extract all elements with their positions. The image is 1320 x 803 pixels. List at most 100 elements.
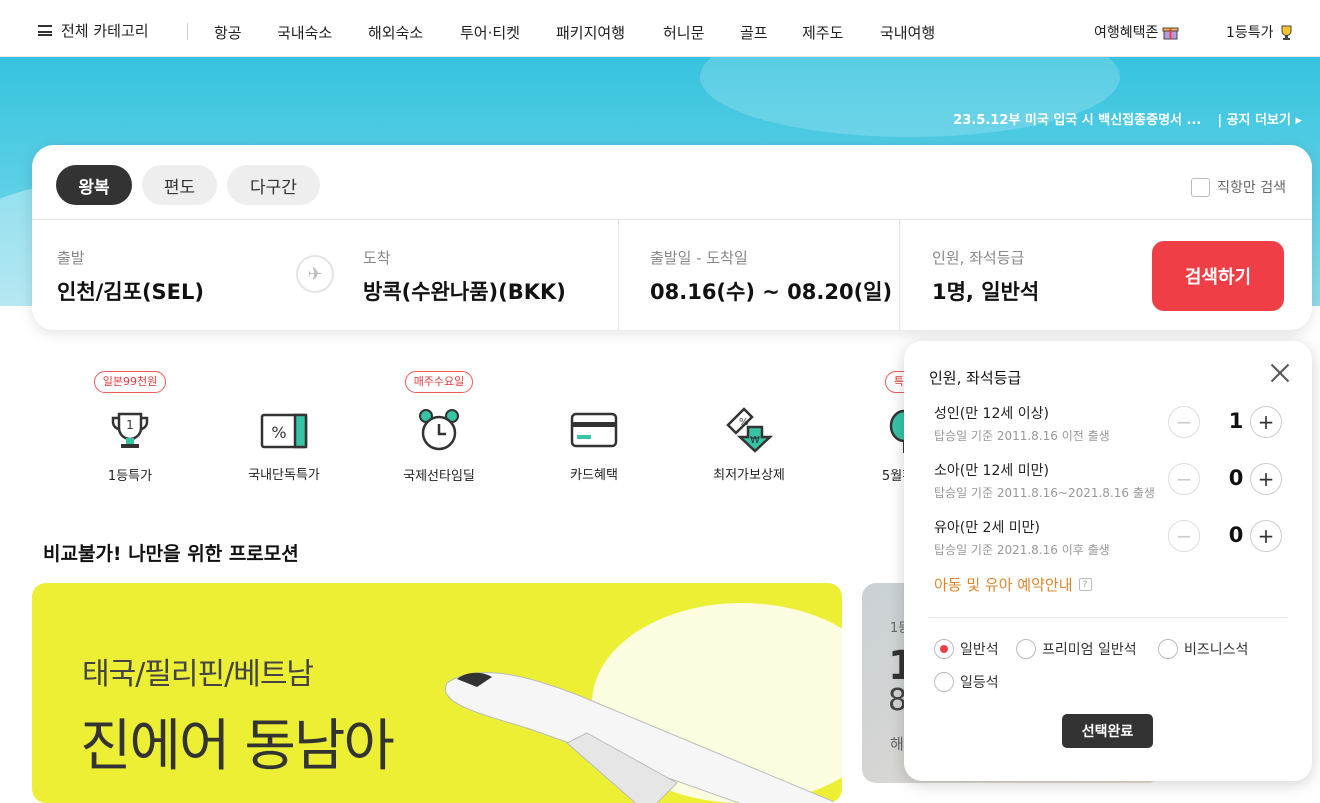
tab-round-trip[interactable]: 왕복 xyxy=(56,165,132,205)
airplane-illustration xyxy=(444,672,839,803)
banner-subtitle: 태국/필리핀/베트남 xyxy=(82,657,314,692)
quick-label: 국제선타임딜 xyxy=(403,469,475,484)
passenger-count: 0 xyxy=(1228,466,1244,490)
notice-text[interactable]: 23.5.12부 미국 입국 시 백신접종증명서 ... xyxy=(953,109,1201,128)
divider xyxy=(618,220,619,330)
destination-field[interactable]: 방콕(수완나품)(BKK) xyxy=(363,276,566,306)
nav-item-flights[interactable]: 항공 xyxy=(214,22,242,43)
banner-title: 진에어 동남아 xyxy=(80,714,395,779)
seat-class-label: 비즈니스석 xyxy=(1184,642,1249,658)
direct-only-checkbox[interactable] xyxy=(1191,177,1211,197)
nav-item-package[interactable]: 패키지여행 xyxy=(556,22,625,43)
passenger-label: 인원, 좌석등급 xyxy=(932,249,1025,267)
flight-search-card: 왕복 편도 다구간 직항만 검색 출발 인천/김포(SEL) ✈ 도착 방콕(수… xyxy=(32,145,1312,330)
notice-more-link[interactable]: | 공지 더보기 ▸ xyxy=(1217,109,1302,128)
destination-label: 도착 xyxy=(363,249,391,267)
nav-item-overseas-stay[interactable]: 해외숙소 xyxy=(368,22,423,43)
seat-class-business[interactable]: 비즈니스석 xyxy=(1158,639,1248,659)
direct-only-option[interactable]: 직항만 검색 xyxy=(1191,177,1286,197)
svg-text:₩: ₩ xyxy=(750,435,760,446)
svg-text:1: 1 xyxy=(126,418,134,432)
search-button[interactable]: 검색하기 xyxy=(1152,241,1284,311)
price-tag-won-icon: % ₩ xyxy=(694,402,804,458)
alarm-clock-icon xyxy=(384,403,494,459)
close-icon[interactable] xyxy=(1270,363,1290,383)
gift-icon xyxy=(1162,27,1179,40)
plus-button[interactable]: + xyxy=(1250,406,1282,438)
passenger-count: 0 xyxy=(1228,523,1244,547)
seat-class-label: 일등석 xyxy=(960,675,999,691)
nav-item-golf[interactable]: 골프 xyxy=(740,22,768,43)
promo-banner-jinair[interactable]: 태국/필리핀/베트남 진에어 동남아 xyxy=(32,583,842,803)
nav-divider xyxy=(187,23,188,40)
minus-button[interactable]: − xyxy=(1168,463,1200,495)
origin-field[interactable]: 인천/김포(SEL) xyxy=(57,276,204,306)
benefit-zone-label: 여행혜택존 xyxy=(1094,25,1159,41)
passenger-row-adult: 성인(만 12세 이상) 탑승일 기준 2011.8.16 이전 출생 − 1 … xyxy=(934,403,1294,453)
hamburger-icon xyxy=(38,25,52,36)
trophy-small-icon xyxy=(1281,25,1292,40)
chevron-right-icon: ▸ xyxy=(1295,113,1302,128)
minus-button[interactable]: − xyxy=(1168,406,1200,438)
nav-item-tour-ticket[interactable]: 투어·티켓 xyxy=(460,22,520,43)
popup-title: 인원, 좌석등급 xyxy=(929,369,1022,387)
info-link-label: 아동 및 유아 예약안내 xyxy=(934,576,1073,594)
swap-airplane-icon[interactable]: ✈ xyxy=(296,255,334,293)
quick-menu-card-benefit[interactable]: 카드혜택 xyxy=(539,392,649,483)
benefit-zone-link[interactable]: 여행혜택존 xyxy=(1094,22,1179,42)
notice-bar: 23.5.12부 미국 입국 시 백신접종증명서 ... | 공지 더보기 ▸ xyxy=(953,109,1302,128)
banner2-text: 해 xyxy=(890,735,904,753)
tab-multi-city[interactable]: 다구간 xyxy=(227,165,320,205)
nav-item-domestic-travel[interactable]: 국내여행 xyxy=(880,22,935,43)
plus-button[interactable]: + xyxy=(1250,463,1282,495)
all-categories-button[interactable]: 전체 카테고리 xyxy=(38,20,149,41)
passenger-field[interactable]: 1명, 일반석 xyxy=(932,276,1039,306)
seat-class-label: 프리미엄 일반석 xyxy=(1042,642,1137,658)
nav-item-jeju[interactable]: 제주도 xyxy=(802,22,843,43)
promo-section-title: 비교불가! 나만을 위한 프로모션 xyxy=(43,543,299,565)
top-deal-link[interactable]: 1등특가 xyxy=(1226,22,1295,42)
quick-label: 카드혜택 xyxy=(570,468,618,483)
quick-label: 국내단독특가 xyxy=(248,468,320,483)
quick-label: 1등특가 xyxy=(107,469,153,484)
quick-badge: 일본99천원 xyxy=(93,371,167,393)
radio-button[interactable] xyxy=(1016,639,1036,659)
confirm-selection-button[interactable]: 선택완료 xyxy=(1062,714,1153,748)
quick-menu-domestic-deal[interactable]: % 국내단독특가 xyxy=(229,392,339,483)
quick-label: 최저가보상제 xyxy=(713,468,785,483)
divider xyxy=(929,617,1287,618)
date-field[interactable]: 08.16(수) ~ 08.20(일) xyxy=(650,276,892,306)
coupon-icon: % xyxy=(229,402,339,458)
child-infant-info-link[interactable]: 아동 및 유아 예약안내 ? xyxy=(934,574,1092,595)
seat-class-economy[interactable]: 일반석 xyxy=(934,639,999,659)
passenger-row-child: 소아(만 12세 미만) 탑승일 기준 2011.8.16~2021.8.16 … xyxy=(934,460,1294,510)
divider xyxy=(32,219,1312,220)
question-icon: ? xyxy=(1078,578,1092,591)
seat-class-premium-economy[interactable]: 프리미엄 일반석 xyxy=(1016,639,1137,659)
passenger-row-infant: 유아(만 2세 미만) 탑승일 기준 2021.8.16 이후 출생 − 0 + xyxy=(934,517,1294,567)
radio-button-selected[interactable] xyxy=(934,639,954,659)
all-categories-label: 전체 카테고리 xyxy=(61,22,149,40)
seat-class-label: 일반석 xyxy=(960,642,999,658)
quick-badge: 매주수요일 xyxy=(404,371,474,393)
nav-item-domestic-stay[interactable]: 국내숙소 xyxy=(277,22,332,43)
passenger-seat-popup: 인원, 좌석등급 성인(만 12세 이상) 탑승일 기준 2011.8.16 이… xyxy=(904,341,1312,781)
divider xyxy=(899,220,900,330)
trophy-icon: 1 xyxy=(75,403,185,459)
seat-class-first[interactable]: 일등석 xyxy=(934,672,999,692)
tab-one-way[interactable]: 편도 xyxy=(142,165,217,205)
quick-menu-lowest-price[interactable]: % ₩ 최저가보상제 xyxy=(694,392,804,483)
radio-button[interactable] xyxy=(1158,639,1178,659)
top-nav: 전체 카테고리 항공 국내숙소 해외숙소 투어·티켓 패키지여행 허니문 골프 … xyxy=(0,0,1320,57)
quick-menu-top-deal[interactable]: 일본99천원 1 1등특가 xyxy=(75,370,185,484)
minus-button[interactable]: − xyxy=(1168,520,1200,552)
direct-only-label: 직항만 검색 xyxy=(1217,180,1286,196)
radio-button[interactable] xyxy=(934,672,954,692)
credit-card-icon xyxy=(539,402,649,458)
origin-label: 출발 xyxy=(57,249,85,267)
top-deal-label: 1등특가 xyxy=(1226,25,1274,41)
plus-button[interactable]: + xyxy=(1250,520,1282,552)
svg-text:%: % xyxy=(271,423,286,442)
nav-item-honeymoon[interactable]: 허니문 xyxy=(663,22,704,43)
quick-menu-timedeal[interactable]: 매주수요일 국제선타임딜 xyxy=(384,370,494,484)
